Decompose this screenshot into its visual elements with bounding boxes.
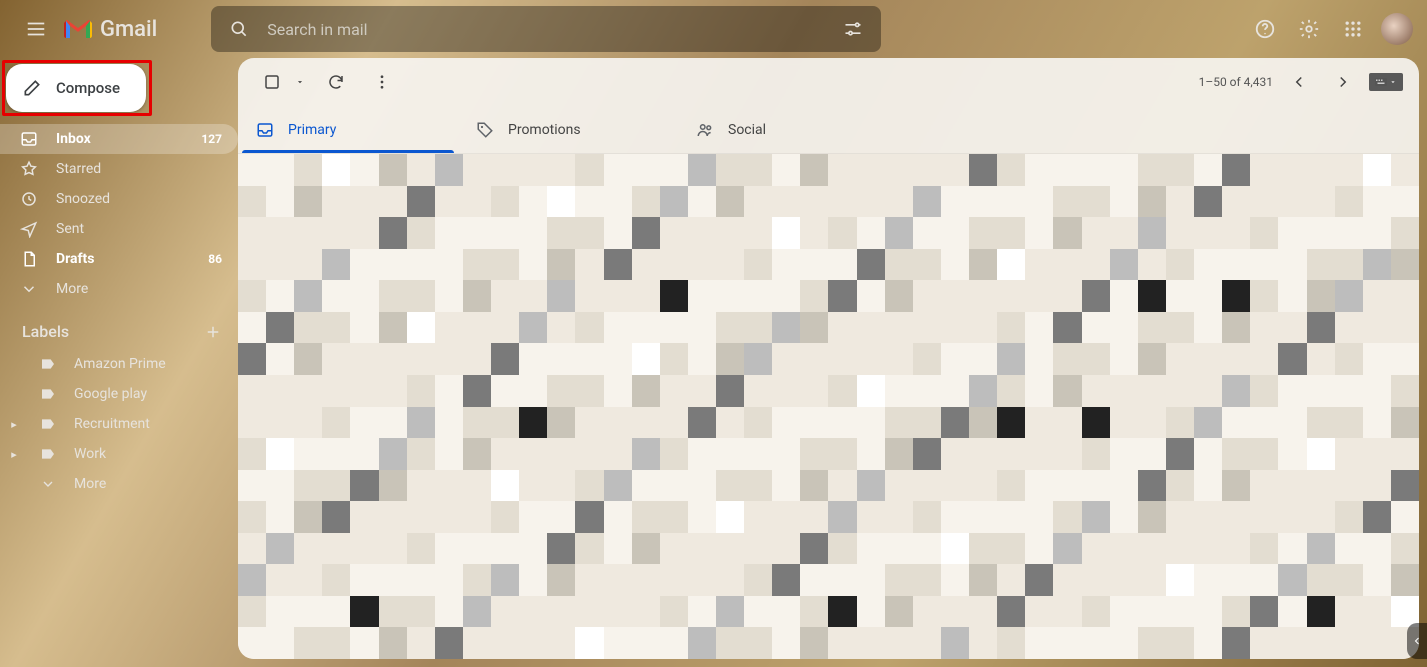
pencil-icon (22, 78, 42, 98)
more-actions-button[interactable] (364, 64, 400, 100)
label-name: Recruitment (74, 416, 150, 432)
refresh-button[interactable] (318, 64, 354, 100)
select-all-checkbox[interactable] (254, 64, 290, 100)
sidebar-item-label: Inbox (56, 131, 91, 147)
main-menu-button[interactable] (12, 5, 60, 53)
sidebar-item-label: Sent (56, 221, 84, 237)
gmail-logo[interactable]: Gmail (64, 17, 187, 42)
compose-label: Compose (56, 79, 120, 97)
tab-promotions[interactable]: Promotions (458, 106, 678, 153)
sidebar-item-label: More (56, 281, 88, 297)
sidebar-item-count: 86 (208, 252, 222, 266)
select-dropdown[interactable] (292, 64, 308, 100)
message-list-blurred (238, 154, 1419, 659)
tag-icon (476, 121, 494, 139)
tab-label: Primary (288, 122, 336, 138)
expand-label-button[interactable]: ▸ (8, 418, 20, 431)
sidebar-item-label: Starred (56, 161, 101, 177)
tune-icon (843, 19, 863, 39)
page-older-button[interactable] (1281, 64, 1317, 100)
search-options-button[interactable] (833, 9, 873, 49)
sidebar-item-label: Drafts (56, 251, 94, 267)
hamburger-icon (25, 18, 47, 40)
sidebar-item-count: 127 (201, 132, 222, 146)
tab-social[interactable]: Social (678, 106, 898, 153)
chevron-down-icon (40, 476, 56, 492)
label-item[interactable]: Google play (0, 379, 238, 409)
chevron-left-icon (1411, 635, 1423, 647)
kebab-icon (373, 73, 391, 91)
plus-icon (204, 323, 222, 341)
compose-button[interactable]: Compose (6, 64, 146, 112)
chevron-down-icon (20, 280, 38, 298)
caret-down-icon (295, 77, 305, 87)
account-avatar[interactable] (1381, 13, 1413, 45)
refresh-icon (327, 73, 345, 91)
search-input[interactable] (259, 20, 833, 39)
gmail-logo-icon (64, 18, 92, 40)
settings-button[interactable] (1289, 9, 1329, 49)
search-icon (229, 19, 249, 39)
search-button[interactable] (219, 9, 259, 49)
label-name: More (74, 476, 106, 492)
label-name: Work (74, 446, 106, 462)
inbox-tab-icon (256, 121, 274, 139)
tab-label: Promotions (508, 122, 581, 138)
send-icon (20, 220, 38, 238)
label-icon (40, 386, 56, 402)
sidebar-item-starred[interactable]: Starred (0, 154, 238, 184)
label-item[interactable]: Amazon Prime (0, 349, 238, 379)
search-bar[interactable] (211, 6, 881, 52)
label-name: Amazon Prime (74, 356, 166, 372)
chevron-right-icon (1334, 73, 1352, 91)
sidebar-item-inbox[interactable]: Inbox 127 (0, 124, 238, 154)
sidebar-item-more[interactable]: More (0, 274, 238, 304)
star-icon (20, 160, 38, 178)
side-panel-toggle[interactable] (1407, 623, 1427, 659)
page-newer-button[interactable] (1325, 64, 1361, 100)
label-icon (40, 446, 56, 462)
file-icon (20, 250, 38, 268)
gear-icon (1298, 18, 1320, 40)
sidebar-item-drafts[interactable]: Drafts 86 (0, 244, 238, 274)
tab-label: Social (728, 122, 766, 138)
inbox-icon (20, 130, 38, 148)
help-icon (1254, 18, 1276, 40)
people-icon (696, 121, 714, 139)
label-item-more[interactable]: More (0, 469, 238, 499)
pagination-range: 1–50 of 4,431 (1199, 75, 1273, 89)
input-tool-toggle[interactable] (1369, 73, 1403, 91)
support-button[interactable] (1245, 9, 1285, 49)
label-name: Google play (74, 386, 147, 402)
clock-icon (20, 190, 38, 208)
apps-grid-icon (1343, 19, 1363, 39)
keyboard-icon (1375, 77, 1387, 87)
sidebar-item-snoozed[interactable]: Snoozed (0, 184, 238, 214)
label-icon (40, 356, 56, 372)
gmail-logo-text: Gmail (100, 17, 157, 42)
add-label-button[interactable] (204, 323, 222, 341)
label-item[interactable]: ▸ Work (0, 439, 238, 469)
chevron-left-icon (1290, 73, 1308, 91)
expand-label-button[interactable]: ▸ (8, 448, 20, 461)
label-item[interactable]: ▸ Recruitment (0, 409, 238, 439)
sidebar-item-label: Snoozed (56, 191, 110, 207)
caret-down-icon (1389, 78, 1397, 86)
sidebar-item-sent[interactable]: Sent (0, 214, 238, 244)
label-icon (40, 416, 56, 432)
tab-primary[interactable]: Primary (238, 106, 458, 153)
labels-heading: Labels (22, 322, 69, 341)
google-apps-button[interactable] (1333, 9, 1373, 49)
checkbox-icon (263, 73, 281, 91)
